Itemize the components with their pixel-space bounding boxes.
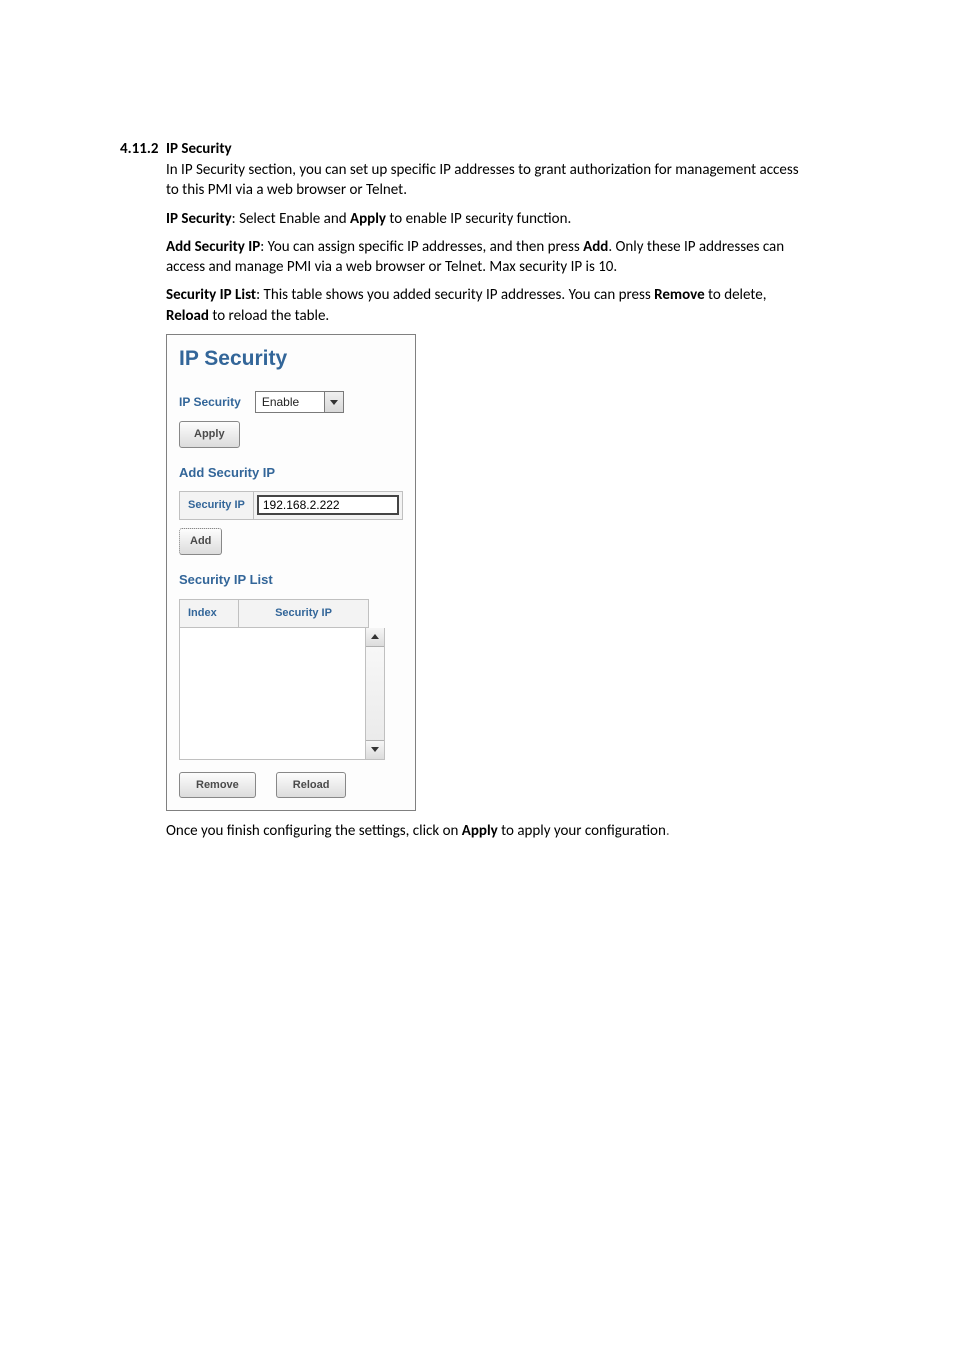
add-security-ip-paragraph: Add Security IP: You can assign specific…	[166, 237, 806, 278]
ip-security-select-value: Enable	[256, 394, 324, 410]
panel-title: IP Security	[179, 345, 403, 373]
section-title: IP Security	[166, 140, 232, 158]
text: to delete,	[705, 286, 767, 304]
security-ip-list-table: Index Security IP	[179, 599, 403, 760]
add-security-ip-heading: Add Security IP	[179, 464, 403, 482]
reload-term: Reload	[166, 307, 209, 325]
ip-security-select[interactable]: Enable	[255, 391, 344, 413]
chevron-down-icon	[330, 400, 338, 405]
security-ip-input-label: Security IP	[180, 492, 254, 519]
text: : This table shows you added security IP…	[256, 286, 654, 304]
chevron-up-icon	[371, 634, 379, 639]
ip-security-select-label: IP Security	[179, 394, 241, 410]
add-term: Add	[583, 238, 608, 256]
apply-term: Apply	[462, 822, 498, 840]
apply-term: Apply	[350, 210, 386, 228]
scrollbar[interactable]	[365, 628, 384, 759]
reload-button[interactable]: Reload	[276, 772, 347, 799]
text: .	[666, 822, 670, 840]
security-ip-list-body[interactable]	[180, 628, 365, 759]
text: to apply your configuration	[498, 822, 666, 840]
security-ip-input[interactable]	[257, 495, 399, 515]
chevron-down-icon	[371, 747, 379, 752]
add-security-ip-term: Add Security IP	[166, 238, 260, 256]
security-ip-list-heading: Security IP List	[179, 571, 403, 589]
intro-paragraph: In IP Security section, you can set up s…	[166, 160, 806, 201]
text: Once you finish configuring the settings…	[166, 822, 462, 840]
remove-term: Remove	[654, 286, 705, 304]
apply-button[interactable]: Apply	[179, 421, 240, 448]
security-ip-list-paragraph: Security IP List: This table shows you a…	[166, 285, 806, 326]
scroll-up-button[interactable]	[366, 628, 384, 647]
add-security-ip-row: Security IP	[179, 491, 403, 520]
column-header-security-ip: Security IP	[239, 600, 368, 627]
text: to enable IP security function.	[386, 210, 571, 228]
text: to reload the table.	[209, 307, 329, 325]
ip-security-paragraph: IP Security: Select Enable and Apply to …	[166, 209, 806, 229]
ip-security-panel: IP Security IP Security Enable Apply Add…	[166, 334, 416, 812]
ip-security-term: IP Security	[166, 210, 232, 228]
section-number: 4.11.2	[120, 140, 166, 158]
add-button[interactable]: Add	[179, 528, 222, 555]
closing-paragraph: Once you finish configuring the settings…	[166, 821, 806, 841]
text: : Select Enable and	[232, 210, 350, 228]
column-header-index: Index	[180, 600, 239, 627]
security-ip-list-term: Security IP List	[166, 286, 256, 304]
scroll-down-button[interactable]	[366, 740, 384, 759]
dropdown-button[interactable]	[324, 392, 343, 412]
text: : You can assign specific IP addresses, …	[260, 238, 583, 256]
remove-button[interactable]: Remove	[179, 772, 256, 799]
